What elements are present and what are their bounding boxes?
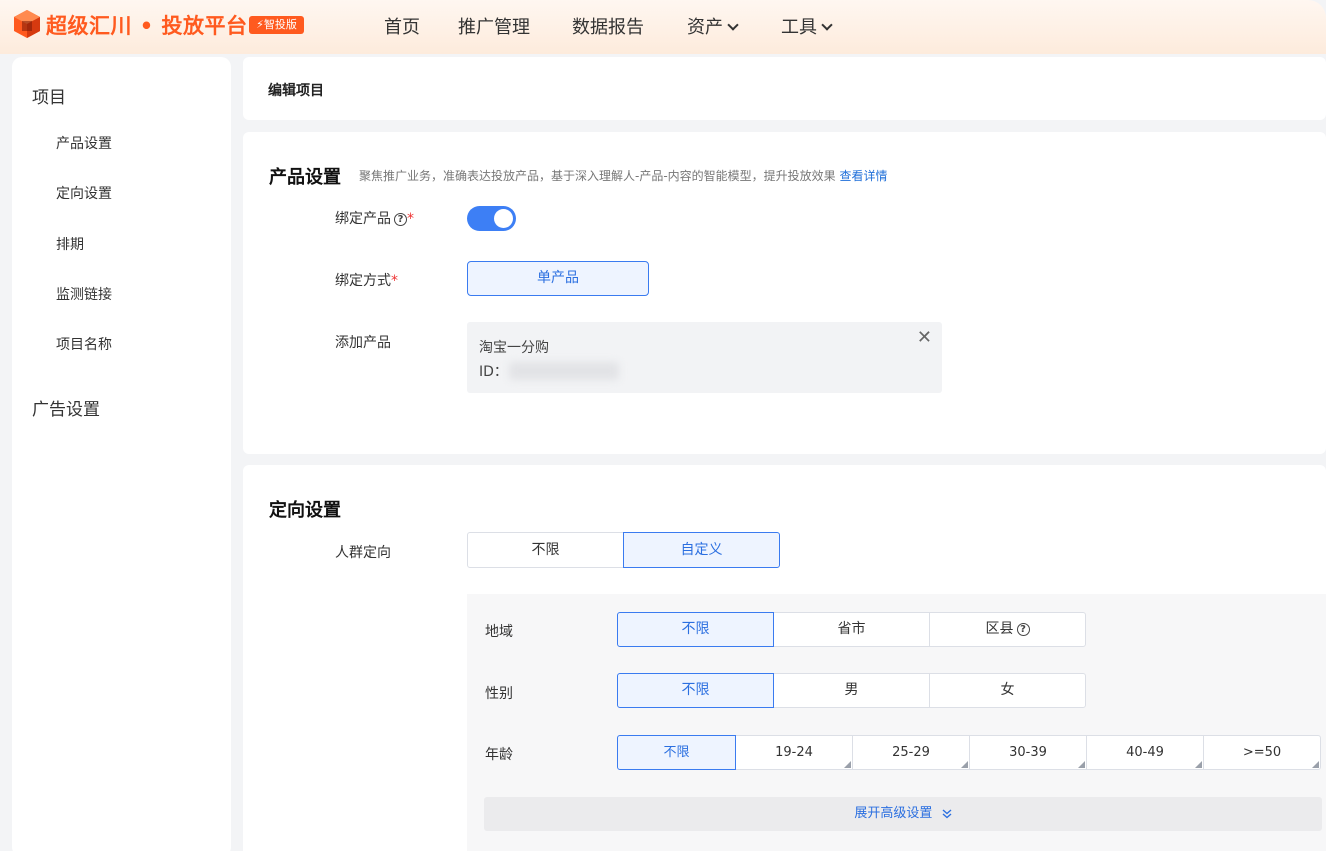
custom-targeting-panel: 地域 不限 省市 区县? 性别 不限 男 女 年龄 不限 19-24 25-29…: [467, 594, 1326, 851]
section-title-product: 产品设置: [269, 167, 341, 188]
gender-option-female[interactable]: 女: [929, 673, 1086, 708]
sidebar-item-targeting[interactable]: 定向设置: [56, 183, 112, 203]
nav-home[interactable]: 首页: [384, 13, 420, 39]
product-card[interactable]: 淘宝一分购 ID： ✕: [467, 322, 942, 393]
audience-segmented-control: 不限 自定义: [467, 532, 780, 568]
audience-option-unlimited[interactable]: 不限: [467, 532, 624, 568]
nav-tools-label: 工具: [781, 17, 817, 38]
audience-option-custom[interactable]: 自定义: [623, 532, 780, 568]
close-icon[interactable]: ✕: [917, 327, 932, 348]
gender-option-unlimited[interactable]: 不限: [617, 673, 774, 708]
add-product-label: 添加产品: [335, 335, 391, 351]
product-desc-text: 聚焦推广业务，准确表达投放产品，基于深入理解人-产品-内容的智能模型，提升投放效…: [359, 169, 836, 183]
region-option-unlimited[interactable]: 不限: [617, 612, 774, 647]
sidebar-item-schedule[interactable]: 排期: [56, 234, 84, 254]
bind-mode-label: 绑定方式*: [335, 270, 398, 290]
bind-mode-text: 绑定方式: [335, 273, 391, 289]
targeting-card: 定向设置 人群定向 不限 自定义 地域 不限 省市 区县? 性别 不限 男 女 …: [243, 465, 1326, 851]
sidebar-group-project[interactable]: 项目: [32, 83, 66, 108]
nav-assets-label: 资产: [687, 17, 723, 38]
view-details-link[interactable]: 查看详情: [840, 169, 888, 183]
region-option-district[interactable]: 区县?: [929, 612, 1086, 647]
gender-option-male[interactable]: 男: [773, 673, 930, 708]
gender-segmented-control: 不限 男 女: [617, 673, 1086, 708]
age-option-unlimited[interactable]: 不限: [617, 735, 736, 770]
help-icon[interactable]: ?: [394, 213, 407, 226]
top-navbar: 超级汇川 • 投放平台 ⚡智投版 首页 推广管理 数据报告 资产 工具: [0, 0, 1326, 54]
age-option-40-49[interactable]: 40-49: [1086, 735, 1204, 770]
region-label: 地域: [485, 624, 513, 640]
nav-data-report[interactable]: 数据报告: [572, 13, 644, 39]
single-product-button[interactable]: 单产品: [467, 261, 649, 296]
required-mark: *: [407, 211, 414, 227]
sidebar-item-project-name[interactable]: 项目名称: [56, 334, 112, 354]
brand-title[interactable]: 超级汇川 • 投放平台: [46, 10, 248, 40]
product-id-label: ID：: [479, 364, 508, 380]
bind-product-label: 绑定产品? *: [335, 208, 414, 228]
sidebar: 项目 产品设置 定向设置 排期 监测链接 项目名称 广告设置: [12, 57, 231, 851]
age-segmented-control: 不限 19-24 25-29 30-39 40-49 >=50: [617, 735, 1321, 770]
audience-label: 人群定向: [335, 545, 391, 561]
product-settings-card: 产品设置 聚焦推广业务，准确表达投放产品，基于深入理解人-产品-内容的智能模型，…: [243, 132, 1326, 454]
age-option-19-24[interactable]: 19-24: [735, 735, 853, 770]
expand-advanced-label: 展开高级设置: [854, 806, 933, 821]
required-mark: *: [391, 273, 398, 289]
section-title-targeting: 定向设置: [269, 500, 341, 521]
page-header-card: 编辑项目: [243, 57, 1326, 120]
nav-tools[interactable]: 工具: [781, 13, 833, 39]
chevron-down-icon: [727, 19, 739, 31]
logo-icon: [14, 10, 40, 38]
product-id-redacted: [509, 362, 619, 380]
double-chevron-down-icon: [942, 808, 952, 818]
help-icon[interactable]: ?: [1016, 623, 1030, 636]
gender-label: 性别: [485, 686, 513, 702]
nav-promotion-management[interactable]: 推广管理: [458, 13, 530, 39]
page-title: 编辑项目: [268, 83, 324, 99]
section-desc-product: 聚焦推广业务，准确表达投放产品，基于深入理解人-产品-内容的智能模型，提升投放效…: [359, 167, 888, 184]
age-option-25-29[interactable]: 25-29: [852, 735, 970, 770]
product-name: 淘宝一分购: [479, 340, 549, 356]
sidebar-item-product-settings[interactable]: 产品设置: [56, 133, 112, 153]
bind-product-toggle[interactable]: [467, 206, 516, 231]
expand-advanced-settings-button[interactable]: 展开高级设置: [484, 797, 1322, 831]
chevron-down-icon: [821, 19, 833, 31]
nav-assets[interactable]: 资产: [687, 13, 739, 39]
sidebar-item-tracking-link[interactable]: 监测链接: [56, 284, 112, 304]
age-label: 年龄: [485, 747, 513, 763]
region-segmented-control: 不限 省市 区县?: [617, 612, 1086, 647]
age-option-30-39[interactable]: 30-39: [969, 735, 1087, 770]
region-district-label: 区县: [985, 621, 1014, 637]
age-option-50-plus[interactable]: >=50: [1203, 735, 1321, 770]
toggle-knob: [494, 209, 513, 228]
sidebar-group-ad-settings[interactable]: 广告设置: [32, 395, 100, 420]
bind-product-text: 绑定产品: [335, 211, 391, 227]
region-option-province-city[interactable]: 省市: [773, 612, 930, 647]
edition-badge: ⚡智投版: [249, 16, 304, 34]
